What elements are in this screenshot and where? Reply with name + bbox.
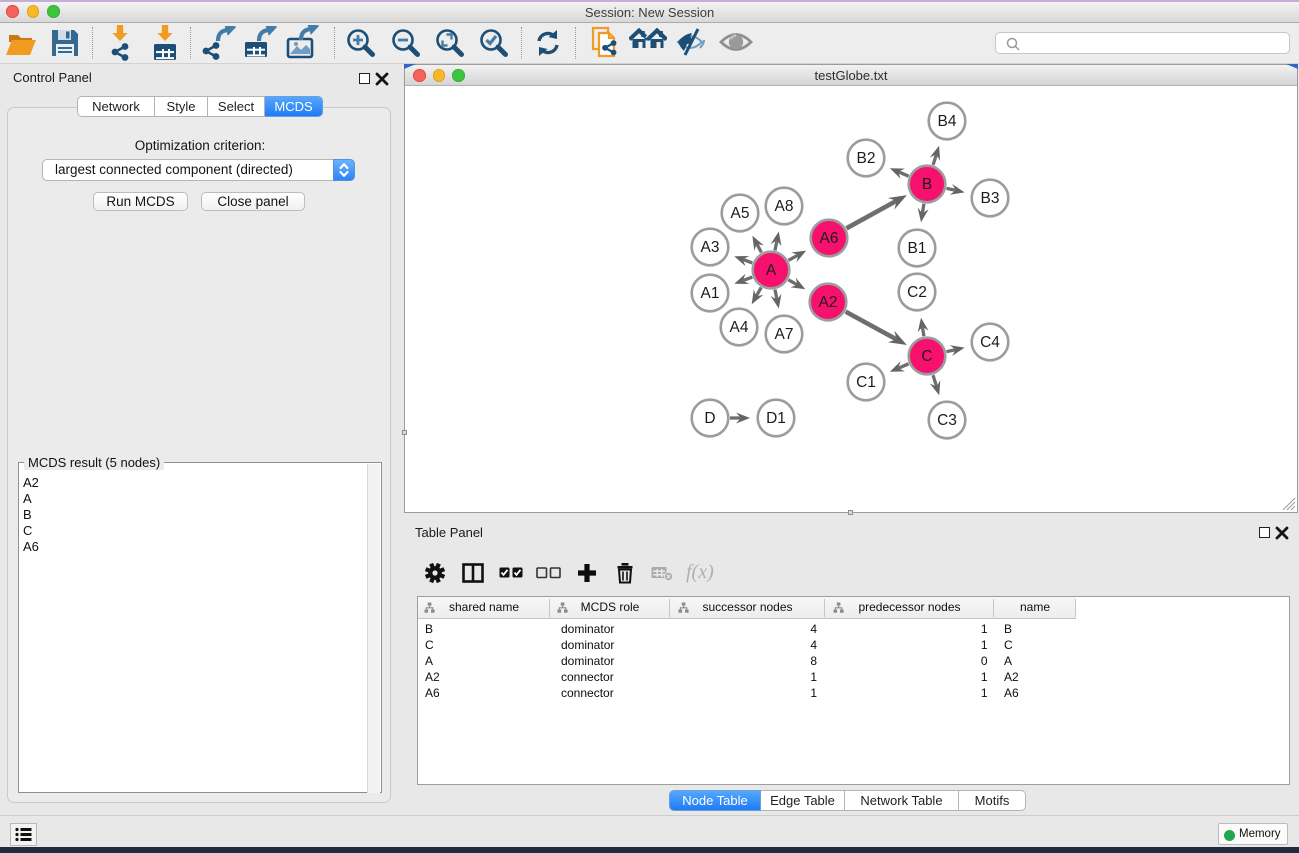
svg-text:A: A — [766, 262, 777, 279]
svg-text:A2: A2 — [819, 294, 838, 311]
svg-text:A5: A5 — [731, 205, 750, 222]
svg-text:C3: C3 — [937, 412, 957, 429]
svg-text:C2: C2 — [907, 284, 927, 301]
svg-text:A4: A4 — [730, 319, 749, 336]
svg-text:D: D — [704, 410, 715, 427]
svg-text:D1: D1 — [766, 410, 786, 427]
svg-text:C4: C4 — [980, 334, 1000, 351]
svg-text:B: B — [922, 176, 932, 193]
svg-text:B3: B3 — [981, 190, 1000, 207]
svg-text:A7: A7 — [775, 326, 794, 343]
svg-text:C1: C1 — [856, 374, 876, 391]
svg-text:B2: B2 — [857, 150, 876, 167]
svg-text:A6: A6 — [820, 230, 839, 247]
svg-text:A3: A3 — [701, 239, 720, 256]
svg-text:A8: A8 — [775, 198, 794, 215]
svg-text:A1: A1 — [701, 285, 720, 302]
svg-text:B1: B1 — [908, 240, 927, 257]
svg-text:C: C — [921, 348, 932, 365]
svg-text:B4: B4 — [938, 113, 957, 130]
